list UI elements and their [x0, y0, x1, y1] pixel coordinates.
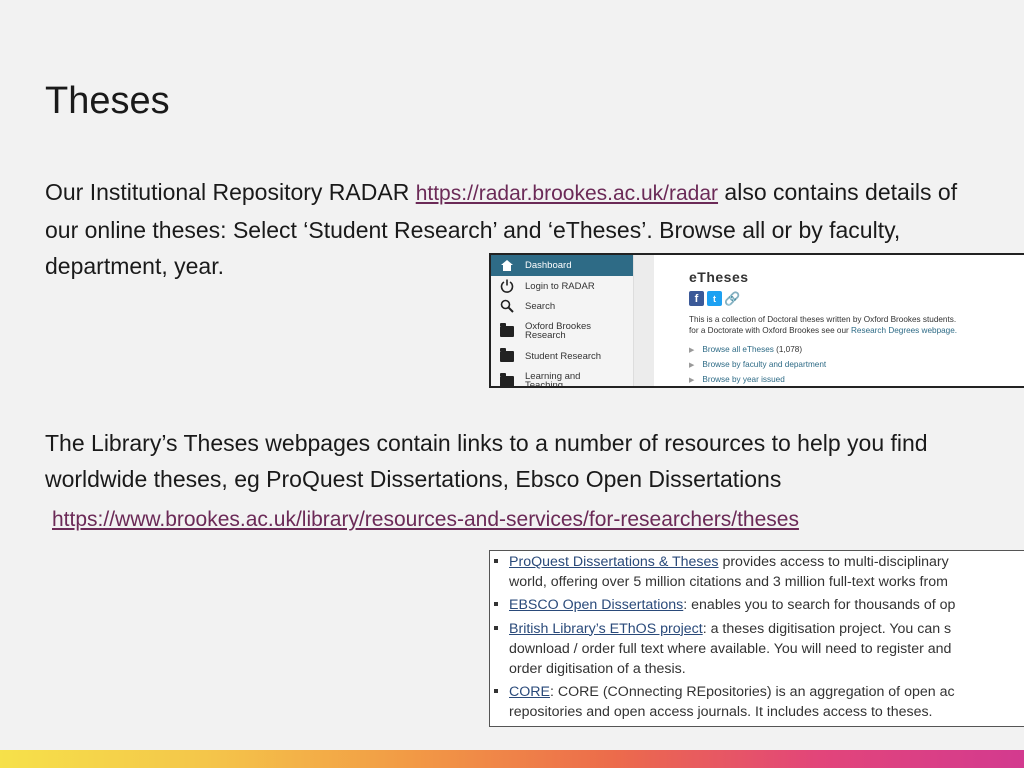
browse-label: Browse by year issued [702, 375, 785, 384]
resource-item-ebsco: EBSCO Open Dissertations: enables you to… [490, 595, 1024, 615]
bullet-icon [494, 625, 498, 630]
resource-text: provides access to multi-disciplinary [718, 554, 949, 570]
bullet-icon [494, 602, 498, 607]
radar-sidebar-label: Student Research [525, 350, 602, 362]
browse-by-faculty[interactable]: ▶ Browse by faculty and department [689, 357, 1024, 372]
browse-by-year[interactable]: ▶ Browse by year issued [689, 372, 1024, 386]
radar-paragraph-text: Our Institutional Repository RADAR [45, 179, 416, 205]
browse-all-etheses[interactable]: ▶ Browse all eTheses (1,078) [689, 342, 1024, 357]
etheses-description-line1: This is a collection of Doctoral theses … [689, 315, 957, 324]
decorative-gradient-bar [0, 750, 1024, 768]
home-icon [499, 259, 515, 273]
resource-text: download / order full text where availab… [509, 640, 952, 657]
radar-sidebar: Dashboard Login to RADAR Search Oxford B… [491, 255, 634, 386]
ethos-link[interactable]: British Library’s EThOS project [509, 621, 703, 637]
folder-icon [499, 372, 515, 386]
radar-sidebar-label: Login to RADAR [525, 280, 595, 292]
resource-text: : a theses digitisation project. You can… [702, 620, 952, 637]
folder-icon [499, 322, 515, 338]
etheses-description-line2: for a Doctorate with Oxford Brookes see … [689, 326, 852, 335]
facebook-icon[interactable]: f [689, 291, 704, 306]
bullet-icon [494, 689, 498, 694]
library-theses-link[interactable]: https://www.brookes.ac.uk/library/resour… [52, 508, 799, 532]
radar-screenshot: Dashboard Login to RADAR Search Oxford B… [489, 253, 1024, 388]
resource-text: repositories and open access journals. I… [509, 704, 933, 721]
browse-count: (1,078) [776, 345, 803, 354]
browse-label: Browse all eTheses [702, 345, 774, 354]
radar-sidebar-label: Learning and Teaching [525, 371, 581, 388]
radar-sidebar-item-login[interactable]: Login to RADAR [491, 276, 633, 296]
bullet-icon [494, 559, 498, 563]
core-link[interactable]: CORE [509, 684, 550, 700]
radar-sidebar-item-learning-teaching[interactable]: Learning and Teaching [491, 366, 633, 388]
triangle-right-icon: ▶ [689, 361, 695, 369]
radar-sidebar-label: Search [525, 300, 556, 312]
link-icon[interactable]: 🔗 [724, 291, 740, 306]
radar-sidebar-label: Oxford Brookes Research [525, 321, 591, 341]
radar-link[interactable]: https://radar.brookes.ac.uk/radar [416, 182, 718, 205]
radar-sidebar-label: Dashboard [525, 260, 572, 271]
etheses-description: This is a collection of Doctoral theses … [689, 314, 1024, 336]
resource-item-proquest: ProQuest Dissertations & Theses provides… [490, 552, 1024, 592]
resource-text: : enables you to search for thousands of… [683, 597, 956, 614]
radar-sidebar-item-dashboard[interactable]: Dashboard [491, 255, 633, 276]
resource-text: order digitisation of a thesis. [509, 661, 686, 678]
resource-item-ethos: British Library’s EThOS project: a these… [490, 619, 1024, 680]
resource-text: : CORE (COnnecting REpositories) is an a… [550, 684, 955, 701]
radar-sidebar-item-student-research[interactable]: Student Research [491, 346, 633, 366]
resource-text: world, offering over 5 million citations… [509, 574, 948, 591]
radar-divider [634, 255, 654, 386]
twitter-icon[interactable]: t [707, 291, 722, 306]
radar-sidebar-item-search[interactable]: Search [491, 296, 633, 316]
resources-screenshot: ProQuest Dissertations & Theses provides… [489, 550, 1024, 727]
radar-main-panel: eTheses f t 🔗 This is a collection of Do… [689, 269, 1024, 386]
ebsco-link[interactable]: EBSCO Open Dissertations [509, 597, 683, 613]
browse-label: Browse by faculty and department [702, 360, 827, 369]
research-degrees-link[interactable]: Research Degrees webpage. [851, 326, 957, 335]
triangle-right-icon: ▶ [689, 346, 695, 354]
power-icon [499, 279, 515, 293]
etheses-heading: eTheses [689, 269, 749, 285]
proquest-link[interactable]: ProQuest Dissertations & Theses [509, 554, 719, 570]
folder-icon [499, 347, 515, 363]
search-icon [499, 299, 515, 313]
triangle-right-icon: ▶ [689, 376, 695, 384]
resource-item-core: CORE: CORE (COnnecting REpositories) is … [490, 682, 1024, 722]
radar-sidebar-item-oxford-brookes-research[interactable]: Oxford Brookes Research [491, 316, 633, 346]
page-title: Theses [45, 80, 170, 122]
share-icons: f t 🔗 [689, 291, 1024, 306]
library-paragraph: The Library’s Theses webpages contain li… [45, 430, 928, 492]
